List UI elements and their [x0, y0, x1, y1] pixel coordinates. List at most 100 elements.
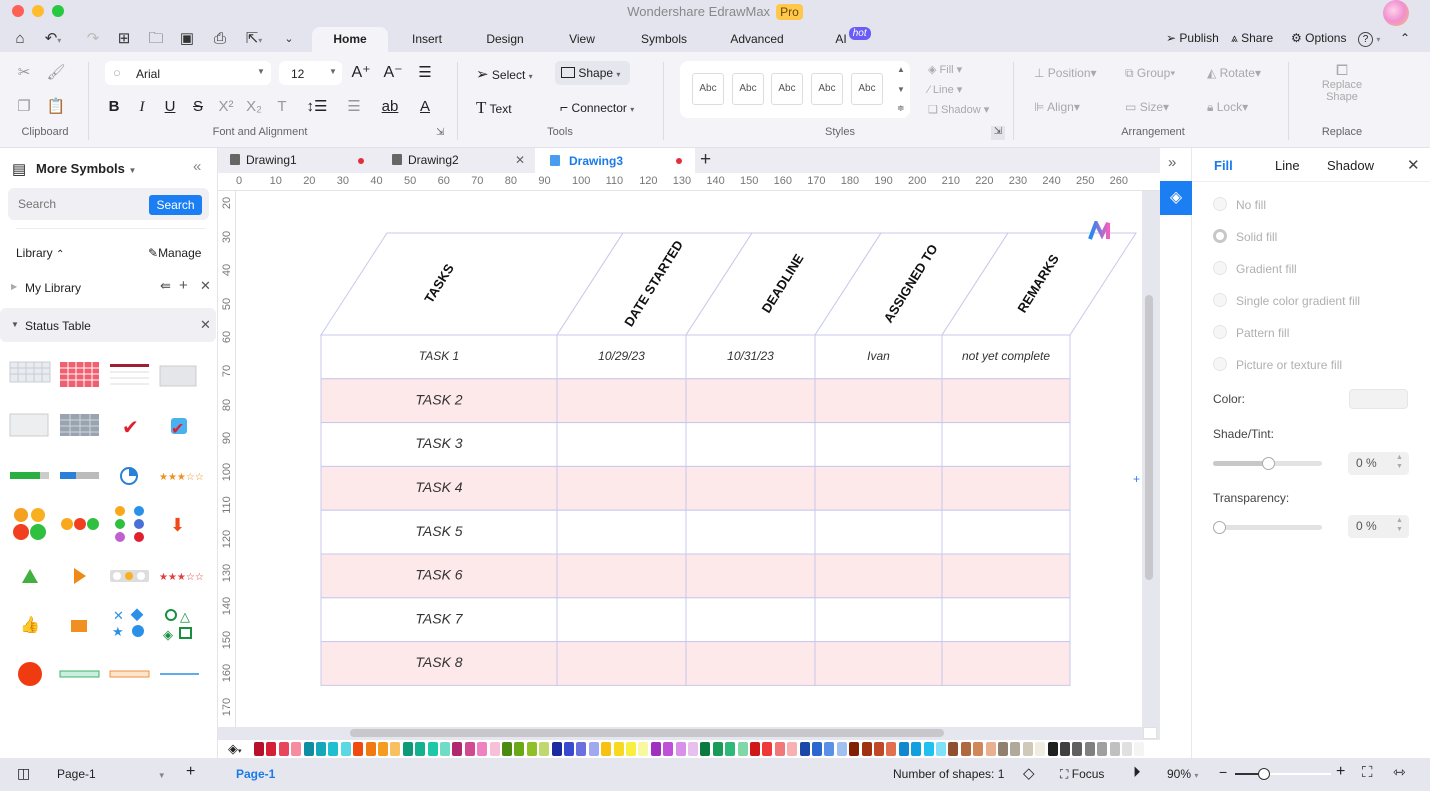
- color-swatch[interactable]: [936, 742, 946, 756]
- table-symbol-stack[interactable]: [9, 413, 49, 437]
- tab-line[interactable]: Line: [1275, 158, 1300, 173]
- publish-button[interactable]: ➢ Publish: [1166, 31, 1219, 45]
- progress-bar-green[interactable]: [10, 472, 49, 479]
- color-swatch[interactable]: [1109, 742, 1120, 756]
- page-selector[interactable]: Page-1 ▼: [57, 767, 166, 781]
- close-icon[interactable]: ✕: [200, 317, 211, 333]
- color-swatch[interactable]: [1084, 742, 1095, 756]
- color-swatch[interactable]: [973, 742, 984, 756]
- doc-tab-drawing1[interactable]: Drawing1: [230, 148, 297, 173]
- color-swatch[interactable]: [390, 742, 401, 756]
- color-swatch[interactable]: [700, 742, 711, 756]
- align-button[interactable]: ⊫ Align▾: [1034, 100, 1080, 114]
- color-swatch[interactable]: [948, 742, 959, 756]
- close-panel-icon[interactable]: ✕: [1407, 156, 1420, 174]
- table-cell[interactable]: [941, 422, 1071, 467]
- style-swatch[interactable]: Abc: [771, 73, 803, 105]
- group-button[interactable]: ⧉ Group▾: [1125, 66, 1175, 81]
- pie-progress-icon[interactable]: [120, 467, 138, 485]
- line-spacing-icon[interactable]: ↕☰: [306, 96, 328, 118]
- table-cell[interactable]: [814, 378, 943, 424]
- table-cell[interactable]: [814, 641, 943, 686]
- more-quick-tools-icon[interactable]: ⌄: [278, 29, 300, 49]
- expand-panel-icon[interactable]: »: [1168, 154, 1176, 171]
- progress-bar-outline-green[interactable]: [59, 670, 100, 678]
- save-icon[interactable]: ▣: [176, 29, 198, 49]
- table-symbol-lines[interactable]: [110, 364, 149, 385]
- table-symbol-3d[interactable]: [159, 365, 197, 387]
- drawing-canvas[interactable]: TASKS DATE STARTED DEADLINE ASSIGNED TO REMA…: [236, 191, 1142, 727]
- tab-view[interactable]: View: [560, 27, 604, 52]
- color-swatch[interactable]: [774, 742, 785, 756]
- strikethrough-icon[interactable]: S: [187, 96, 209, 118]
- home-icon[interactable]: ⌂: [9, 29, 31, 49]
- doc-tab-drawing3[interactable]: Drawing3: [535, 148, 695, 173]
- fill-option-radio[interactable]: [1213, 261, 1227, 275]
- fill-option-radio[interactable]: [1213, 357, 1227, 371]
- color-swatch[interactable]: [799, 742, 810, 756]
- cut-icon[interactable]: ✂: [13, 62, 35, 84]
- text-case-icon[interactable]: T: [271, 96, 293, 118]
- color-swatch[interactable]: [675, 742, 686, 756]
- color-swatch[interactable]: [836, 742, 847, 756]
- color-swatch[interactable]: [812, 742, 822, 756]
- new-icon[interactable]: ⊞: [113, 29, 135, 49]
- table-cell[interactable]: [941, 641, 1071, 686]
- tab-insert[interactable]: Insert: [400, 27, 454, 52]
- add-tab-icon[interactable]: +: [700, 149, 711, 171]
- zoom-level[interactable]: 90% ▾: [1167, 767, 1198, 781]
- vertical-ruler[interactable]: 20 30 40 50 60 70 80 90 100 110 120 130 140 150 160 170: [218, 191, 236, 727]
- color-swatch[interactable]: [1060, 742, 1070, 756]
- add-icon[interactable]: +: [179, 277, 188, 294]
- redo-icon[interactable]: ↷: [82, 29, 104, 49]
- doc-tab-drawing2[interactable]: Drawing2: [392, 148, 459, 173]
- open-folder-icon[interactable]: 🗀: [145, 29, 167, 49]
- style-swatch[interactable]: Abc: [732, 73, 764, 105]
- vertical-scrollbar[interactable]: [1145, 295, 1153, 580]
- focus-button[interactable]: ⛶ Focus: [1060, 767, 1104, 782]
- format-painter-icon[interactable]: 🖌: [45, 62, 67, 84]
- color-swatch[interactable]: [365, 742, 376, 756]
- shape-markers-green[interactable]: △◈: [163, 609, 192, 642]
- manage-button[interactable]: ✎Manage: [148, 246, 201, 260]
- color-swatch[interactable]: [340, 742, 351, 756]
- increase-font-icon[interactable]: A⁺: [350, 62, 372, 84]
- ai-logo-icon[interactable]: [1088, 218, 1112, 241]
- table-cell[interactable]: [685, 378, 816, 424]
- color-swatch[interactable]: [824, 742, 835, 756]
- import-icon[interactable]: ⇚: [160, 278, 171, 294]
- table-cell[interactable]: [685, 597, 816, 643]
- color-swatch[interactable]: [489, 742, 500, 756]
- table-cell[interactable]: [941, 509, 1071, 555]
- stepper-icon[interactable]: ▲ ▼: [1396, 516, 1403, 534]
- subscript-icon[interactable]: X₂: [243, 96, 265, 118]
- table-cell[interactable]: [685, 465, 816, 511]
- color-swatch[interactable]: [737, 742, 748, 756]
- color-swatch[interactable]: [502, 742, 512, 756]
- fill-option-radio[interactable]: [1213, 229, 1227, 243]
- fullscreen-icon[interactable]: ⛶: [1362, 764, 1373, 781]
- table-cell[interactable]: [556, 597, 687, 643]
- red-ball-icon[interactable]: [18, 662, 42, 686]
- table-cell[interactable]: [556, 422, 687, 467]
- table-cell[interactable]: [941, 553, 1071, 599]
- color-swatch[interactable]: [588, 742, 599, 756]
- align-icon[interactable]: ☰: [414, 62, 436, 84]
- table-cell[interactable]: [556, 378, 687, 424]
- color-swatch[interactable]: [787, 742, 798, 756]
- shade-tint-input[interactable]: 0 % ▲ ▼: [1348, 452, 1409, 475]
- color-swatch[interactable]: [650, 742, 661, 756]
- size-button[interactable]: ▭ Size▾: [1125, 100, 1169, 114]
- replace-shape-button[interactable]: ⧠ Replace Shape: [1300, 62, 1384, 103]
- star-rating-red-icon[interactable]: ★★★☆☆: [159, 572, 204, 583]
- color-swatch[interactable]: [378, 742, 388, 756]
- color-swatch[interactable]: [1134, 742, 1145, 756]
- close-icon[interactable]: ✕: [200, 278, 211, 294]
- thumbs-up-icon[interactable]: 👍: [20, 615, 40, 634]
- table-symbol-gray[interactable]: [9, 361, 51, 383]
- position-button[interactable]: ⊥ Position▾: [1034, 66, 1097, 80]
- connector-tool-button[interactable]: ⌐ Connector ▾: [560, 99, 634, 115]
- fill-option-radio[interactable]: [1213, 197, 1227, 211]
- export-icon[interactable]: ⇱▾: [243, 29, 265, 49]
- progress-bar-outline-orange[interactable]: [109, 670, 150, 678]
